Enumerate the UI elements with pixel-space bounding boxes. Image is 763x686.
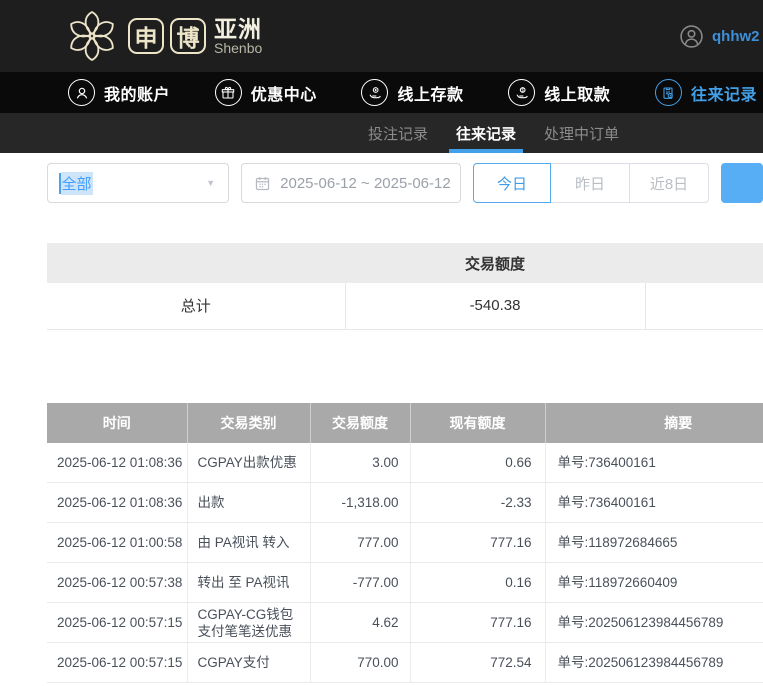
- cell-amount: 4.62: [310, 603, 410, 643]
- nav-item-records[interactable]: 往来记录: [655, 79, 757, 106]
- table-header-row: 时间 交易类别 交易额度 现有额度 摘要: [47, 403, 763, 443]
- col-summary: 摘要: [545, 403, 763, 443]
- cell-type: CGPAY-CG钱包支付笔笔送优惠: [187, 603, 310, 643]
- cell-amount: 3.00: [310, 443, 410, 483]
- tab-betting-records[interactable]: 投注记录: [368, 113, 428, 153]
- withdraw-icon: $: [508, 79, 535, 106]
- cell-time: 2025-06-12 01:00:58: [47, 523, 187, 563]
- nav-label: 往来记录: [691, 81, 757, 105]
- cell-summary: 单号:202506123984456789: [545, 603, 763, 643]
- cell-time: 2025-06-12 00:57:15: [47, 603, 187, 643]
- cell-amount: 770.00: [310, 643, 410, 683]
- cell-summary: 单号:118972684665: [545, 523, 763, 563]
- user-icon: [68, 79, 95, 106]
- username: qhhw2: [712, 28, 760, 45]
- summary-header-label: 交易额度: [345, 243, 645, 283]
- summary-header-blank: [47, 243, 345, 283]
- col-amount: 交易额度: [310, 403, 410, 443]
- type-select[interactable]: 全部 ▼: [47, 163, 229, 203]
- cell-amount: -1,318.00: [310, 483, 410, 523]
- col-balance: 现有额度: [410, 403, 545, 443]
- table-row: 2025-06-12 01:08:36 出款 -1,318.00 -2.33 单…: [47, 483, 763, 523]
- brand-logo[interactable]: 申 博 亚洲 Shenbo: [66, 10, 262, 62]
- top-header: 申 博 亚洲 Shenbo qhhw2: [0, 0, 763, 72]
- sub-nav: 投注记录 往来记录 处理中订单: [0, 113, 763, 153]
- summary-header-row: 交易额度: [47, 243, 763, 283]
- main-nav: 我的账户 优惠中心 线上存款: [0, 72, 763, 113]
- table-row: 2025-06-12 00:57:38 转出 至 PA视讯 -777.00 0.…: [47, 563, 763, 603]
- summary-total-row: 总计 -540.38: [47, 283, 763, 329]
- cell-amount: 777.00: [310, 523, 410, 563]
- cell-time: 2025-06-12 00:57:38: [47, 563, 187, 603]
- quick-range-group: 今日 昨日 近8日: [473, 163, 709, 203]
- cell-summary: 单号:202506123984456789: [545, 643, 763, 683]
- brand-subtitle: Shenbo: [214, 41, 262, 56]
- cell-balance: 777.16: [410, 603, 545, 643]
- nav-label: 线上取款: [544, 81, 610, 105]
- tab-transaction-records[interactable]: 往来记录: [456, 113, 516, 153]
- search-button[interactable]: [721, 163, 763, 203]
- summary-table: 交易额度 总计 -540.38: [47, 243, 763, 330]
- brand-region: 亚洲: [214, 17, 262, 41]
- cell-summary: 单号:736400161: [545, 483, 763, 523]
- deposit-icon: [361, 79, 388, 106]
- cell-time: 2025-06-12 01:08:36: [47, 443, 187, 483]
- summary-header-blank: [645, 243, 763, 283]
- page: 申 博 亚洲 Shenbo qhhw2 我的账户: [0, 0, 763, 686]
- cell-summary: 单号:736400161: [545, 443, 763, 483]
- cell-balance: 0.16: [410, 563, 545, 603]
- chevron-down-icon: ▼: [206, 178, 215, 188]
- date-range-value: 2025-06-12 ~ 2025-06-12: [280, 175, 451, 192]
- nav-item-my-account[interactable]: 我的账户: [68, 79, 170, 106]
- table-row: 2025-06-12 01:08:36 CGPAY出款优惠 3.00 0.66 …: [47, 443, 763, 483]
- cell-type: CGPAY出款优惠: [187, 443, 310, 483]
- col-time: 时间: [47, 403, 187, 443]
- cell-type: 出款: [187, 483, 310, 523]
- cell-type: 由 PA视讯 转入: [187, 523, 310, 563]
- cell-type: CGPAY支付: [187, 643, 310, 683]
- nav-item-withdraw[interactable]: $ 线上取款: [508, 79, 610, 106]
- nav-label: 优惠中心: [251, 81, 317, 105]
- svg-text:$: $: [521, 87, 524, 92]
- nav-item-deposit[interactable]: 线上存款: [361, 79, 463, 106]
- calendar-icon: [254, 175, 271, 192]
- date-range-input[interactable]: 2025-06-12 ~ 2025-06-12: [241, 163, 461, 203]
- last-8-days-button[interactable]: 近8日: [629, 163, 709, 203]
- nav-label: 线上存款: [397, 81, 463, 105]
- nav-label: 我的账户: [104, 81, 170, 105]
- cell-type: 转出 至 PA视讯: [187, 563, 310, 603]
- summary-blank-cell: [645, 283, 763, 329]
- account-icon: [679, 24, 704, 49]
- cell-amount: -777.00: [310, 563, 410, 603]
- nav-item-promotions[interactable]: 优惠中心: [215, 79, 317, 106]
- tab-processing-orders[interactable]: 处理中订单: [544, 113, 619, 153]
- yesterday-button[interactable]: 昨日: [550, 163, 630, 203]
- records-icon: [655, 79, 682, 106]
- col-type: 交易类别: [187, 403, 310, 443]
- logo-char-box: 申: [128, 18, 164, 54]
- table-row: 2025-06-12 00:57:15 CGPAY支付 770.00 772.5…: [47, 643, 763, 683]
- transactions-table: 时间 交易类别 交易额度 现有额度 摘要 2025-06-12 01:08:36…: [47, 403, 763, 684]
- gift-icon: [215, 79, 242, 106]
- content: 全部 ▼ 2025-06-12 ~ 2025-06-12 今日 昨日 近8日: [0, 163, 763, 683]
- table-row: 2025-06-12 01:00:58 由 PA视讯 转入 777.00 777…: [47, 523, 763, 563]
- cell-balance: 0.66: [410, 443, 545, 483]
- table-row: 2025-06-12 00:57:15 CGPAY-CG钱包支付笔笔送优惠 4.…: [47, 603, 763, 643]
- logo-char-box: 博: [170, 18, 206, 54]
- cell-balance: 777.16: [410, 523, 545, 563]
- filter-row: 全部 ▼ 2025-06-12 ~ 2025-06-12 今日 昨日 近8日: [47, 163, 763, 203]
- cell-balance: 772.54: [410, 643, 545, 683]
- type-select-value: 全部: [61, 172, 93, 195]
- account-menu[interactable]: qhhw2: [679, 24, 763, 49]
- cell-time: 2025-06-12 00:57:15: [47, 643, 187, 683]
- summary-total-value: -540.38: [345, 283, 645, 329]
- brand-text: 亚洲 Shenbo: [214, 17, 262, 56]
- cell-summary: 单号:118972660409: [545, 563, 763, 603]
- today-button[interactable]: 今日: [473, 163, 551, 203]
- cell-time: 2025-06-12 01:08:36: [47, 483, 187, 523]
- cell-balance: -2.33: [410, 483, 545, 523]
- summary-total-label: 总计: [47, 283, 345, 329]
- flower-logo-icon: [66, 10, 118, 62]
